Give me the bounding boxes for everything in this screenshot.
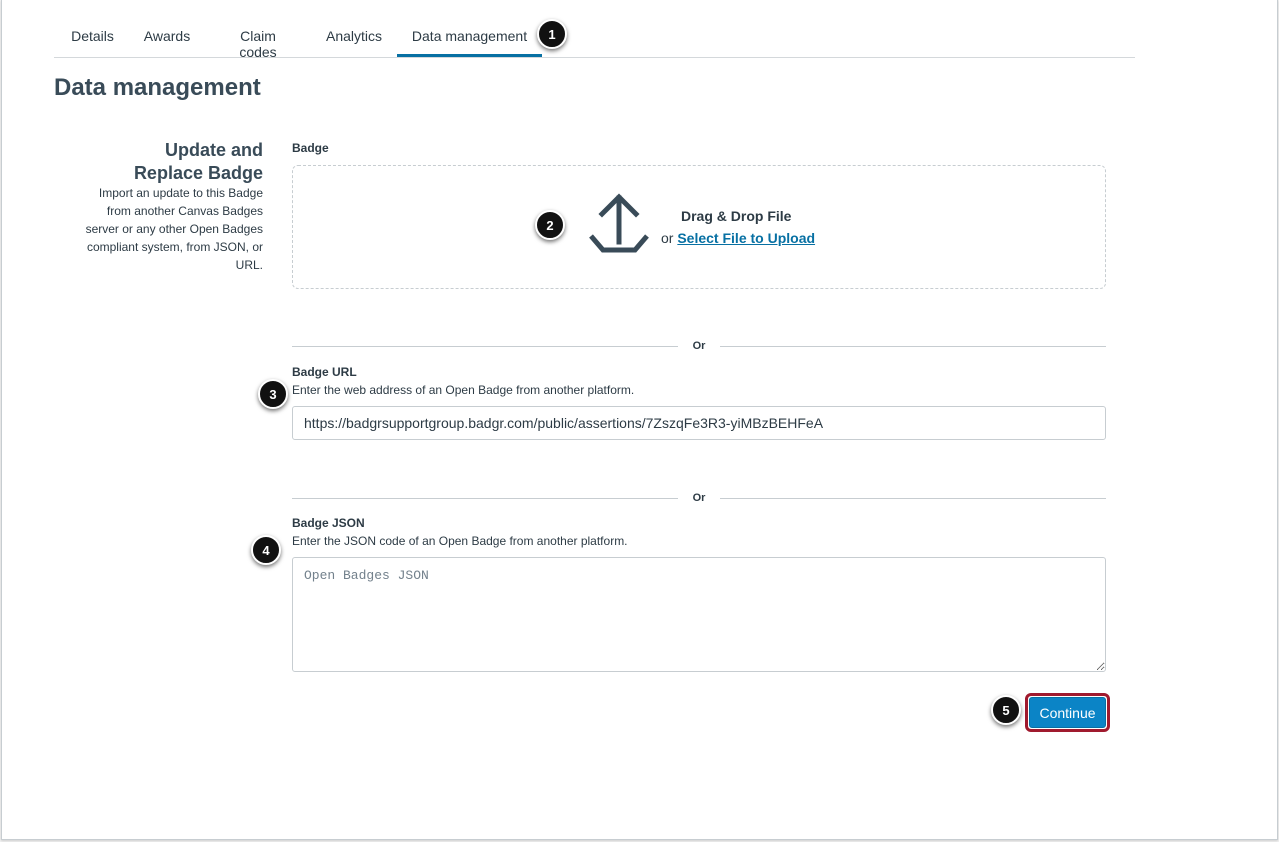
- tab-data-management[interactable]: Data management: [397, 18, 542, 57]
- badge-url-hint: Enter the web address of an Open Badge f…: [292, 383, 635, 397]
- select-file-link[interactable]: Select File to Upload: [677, 230, 815, 246]
- divider-line: [720, 346, 1106, 347]
- callout-5: 5: [991, 695, 1021, 725]
- callout-3: 3: [258, 379, 288, 409]
- divider-line: [720, 498, 1106, 499]
- dropzone-subtext: or Select File to Upload: [661, 230, 815, 246]
- tab-claim-codes[interactable]: Claim codes: [220, 18, 296, 60]
- callout-1: 1: [537, 19, 567, 49]
- continue-button[interactable]: Continue: [1029, 697, 1106, 728]
- tab-analytics[interactable]: Analytics: [325, 18, 383, 57]
- divider-line: [292, 346, 678, 347]
- file-dropzone[interactable]: Drag & Drop File or Select File to Uploa…: [292, 165, 1106, 289]
- divider-or-text: Or: [692, 492, 706, 504]
- badge-json-hint: Enter the JSON code of an Open Badge fro…: [292, 534, 628, 548]
- badge-json-textarea[interactable]: [292, 557, 1106, 672]
- continue-highlight: Continue: [1025, 693, 1110, 732]
- divider-line: [292, 498, 678, 499]
- badge-json-label: Badge JSON: [292, 516, 365, 530]
- section-description: Import an update to this Badge from anot…: [85, 186, 263, 272]
- upload-icon: [589, 193, 649, 253]
- or-divider-2: Or: [292, 492, 1106, 506]
- badge-url-label: Badge URL: [292, 365, 357, 379]
- or-divider-1: Or: [292, 340, 1106, 354]
- divider-or-text: Or: [692, 340, 706, 352]
- page-title: Data management: [54, 74, 261, 101]
- badge-label: Badge: [292, 141, 329, 155]
- tab-awards[interactable]: Awards: [143, 18, 191, 57]
- callout-2: 2: [535, 210, 565, 240]
- dropzone-title: Drag & Drop File: [681, 208, 792, 224]
- badge-url-input[interactable]: [292, 406, 1106, 440]
- callout-4: 4: [251, 535, 281, 565]
- dropzone-or-text: or: [661, 230, 674, 246]
- section-heading: Update and Replace Badge: [133, 140, 263, 183]
- app-frame: Details Awards Claim codes Analytics Dat…: [1, 0, 1278, 840]
- tab-details[interactable]: Details: [70, 18, 115, 57]
- tab-bar: Details Awards Claim codes Analytics Dat…: [54, 18, 1135, 60]
